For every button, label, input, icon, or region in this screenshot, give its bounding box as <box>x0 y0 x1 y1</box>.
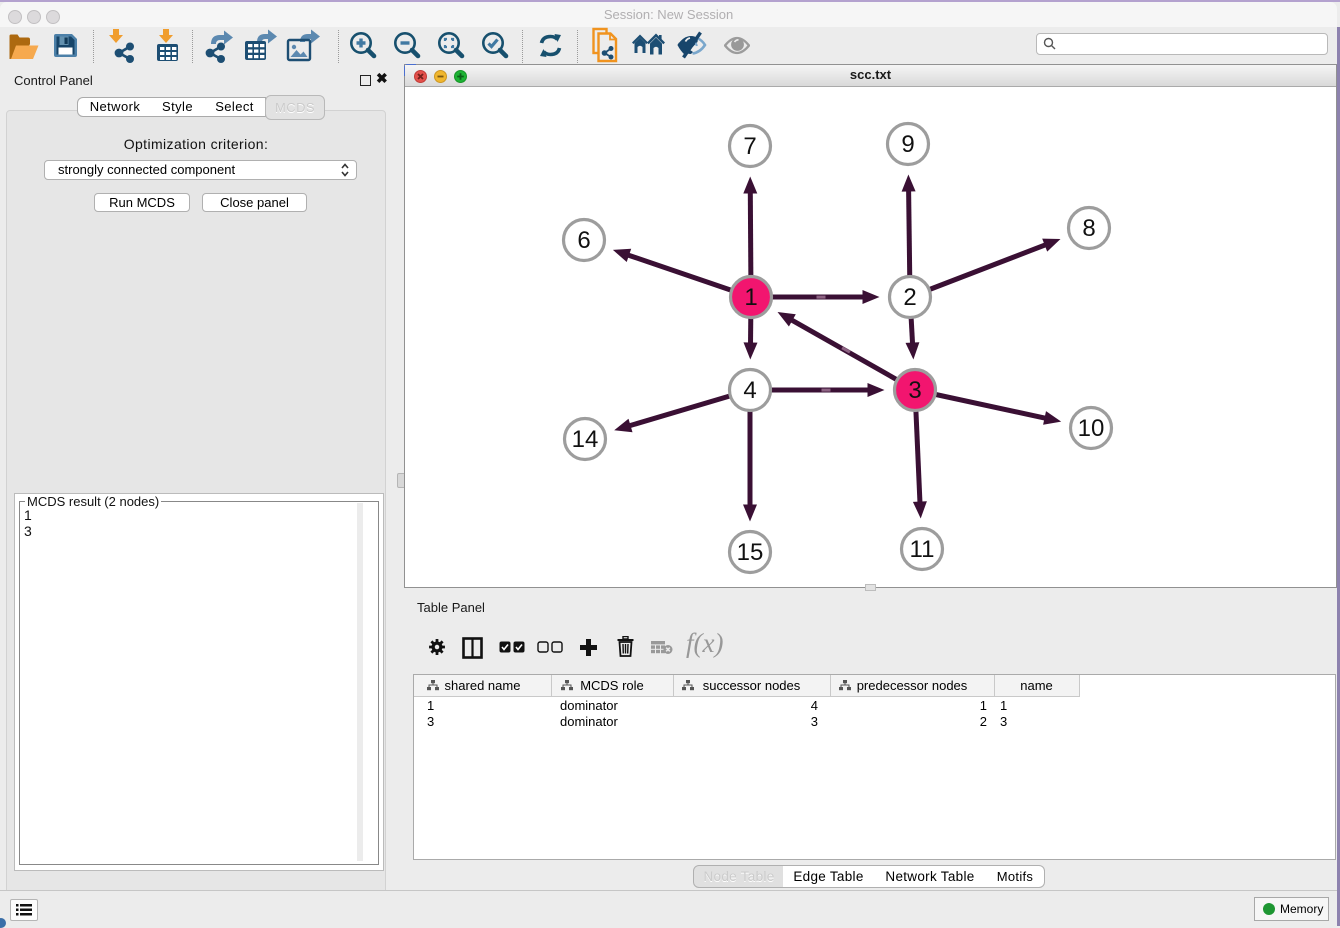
svg-text:2: 2 <box>903 284 916 311</box>
svg-text:4: 4 <box>743 377 756 404</box>
svg-text:10: 10 <box>1078 415 1105 442</box>
svg-text:11: 11 <box>910 536 935 563</box>
svg-text:14: 14 <box>572 426 599 453</box>
svg-text:6: 6 <box>577 227 590 254</box>
svg-text:9: 9 <box>901 131 914 158</box>
svg-text:3: 3 <box>908 377 921 404</box>
svg-text:15: 15 <box>737 539 764 566</box>
svg-text:7: 7 <box>743 133 756 160</box>
svg-text:1: 1 <box>744 284 757 311</box>
svg-text:8: 8 <box>1082 215 1095 242</box>
